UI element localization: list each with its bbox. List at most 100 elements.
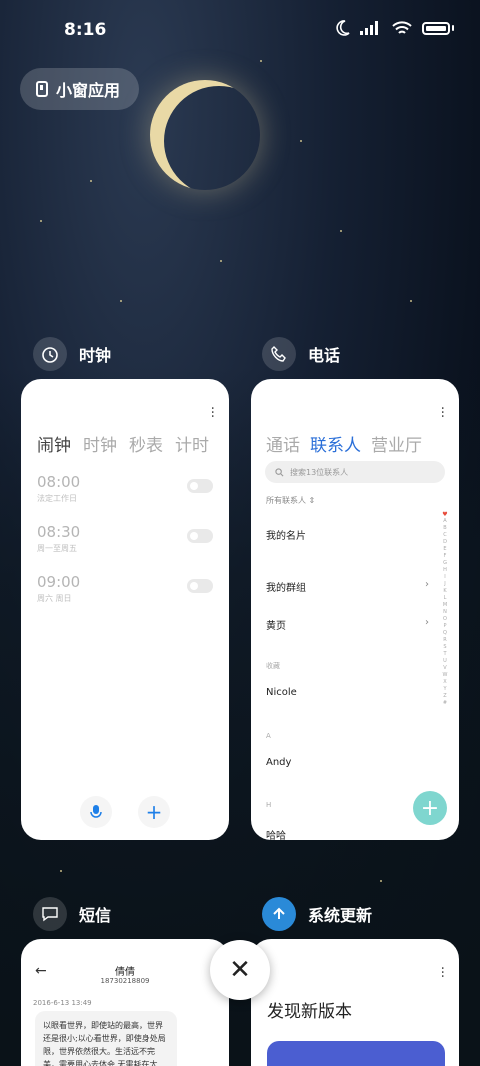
- clock-app-name: 时钟: [79, 346, 112, 365]
- tab-alarm[interactable]: 闹钟: [37, 431, 71, 456]
- index-letter[interactable]: U: [443, 658, 447, 665]
- alarm-item[interactable]: 09:00 周六 周日: [37, 573, 80, 604]
- battery-icon: [422, 21, 450, 35]
- floating-window-icon: [36, 81, 48, 97]
- index-letter[interactable]: I: [444, 574, 445, 581]
- all-contacts-filter[interactable]: 所有联系人 ⇕: [266, 495, 315, 506]
- alarm-item[interactable]: 08:30 周一至周五: [37, 523, 80, 554]
- index-letter[interactable]: R: [443, 637, 446, 644]
- tab-calls[interactable]: 通话: [266, 431, 300, 456]
- microphone-icon: [90, 805, 102, 818]
- alarm-item[interactable]: 08:00 法定工作日: [37, 473, 80, 504]
- alarm-repeat: 周六 周日: [37, 594, 72, 603]
- phone-app-name: 电话: [308, 346, 341, 365]
- yellow-pages-row[interactable]: 黄页 ›: [266, 617, 429, 632]
- voice-alarm-button[interactable]: [80, 796, 112, 828]
- section-header-h: H: [266, 801, 272, 809]
- index-letter[interactable]: W: [443, 672, 448, 679]
- update-headline: 发现新版本: [267, 1002, 352, 1022]
- alarm-clock-icon: [33, 337, 67, 371]
- clock-app-header: 时钟: [33, 337, 111, 371]
- index-letter[interactable]: Y: [443, 686, 446, 693]
- index-letter[interactable]: H: [443, 567, 447, 574]
- index-letter[interactable]: K: [443, 588, 446, 595]
- favorites-section-label: 收藏: [266, 662, 280, 670]
- tab-clock[interactable]: 时钟: [83, 431, 117, 456]
- index-letter[interactable]: V: [443, 665, 446, 672]
- signal-icon: [360, 21, 378, 35]
- index-letter[interactable]: B: [443, 525, 446, 532]
- add-alarm-button[interactable]: +: [138, 796, 170, 828]
- clear-all-button[interactable]: ✕: [210, 940, 270, 1000]
- alarm-repeat: 周一至周五: [37, 544, 77, 553]
- my-card-row[interactable]: 我的名片: [266, 527, 429, 542]
- floating-windows-button[interactable]: 小窗应用: [20, 68, 139, 110]
- alarm-repeat: 法定工作日: [37, 494, 77, 503]
- arrow-up-icon: [262, 897, 296, 931]
- update-app-card[interactable]: · · · 发现新版本: [251, 939, 459, 1066]
- index-letter[interactable]: Q: [443, 630, 447, 637]
- close-icon: ✕: [229, 955, 251, 985]
- message-bubble-icon: [33, 897, 67, 931]
- more-options-icon[interactable]: · · ·: [441, 962, 445, 984]
- more-options-icon[interactable]: · · ·: [441, 402, 445, 424]
- floating-windows-label: 小窗应用: [56, 81, 121, 100]
- chevron-right-icon: ›: [425, 579, 429, 590]
- index-letter[interactable]: #: [443, 700, 447, 707]
- alarm-toggle[interactable]: [187, 529, 213, 543]
- alarm-toggle[interactable]: [187, 479, 213, 493]
- message-bubble: 以眼看世界，即使站的最高，世界还是很小;以心看世界，即使身处局限，世界依然很大。…: [35, 1011, 177, 1066]
- phone-icon: [262, 337, 296, 371]
- tab-service-hall[interactable]: 营业厅: [371, 431, 422, 456]
- index-letter[interactable]: P: [443, 623, 446, 630]
- contact-row[interactable]: Andy: [266, 757, 429, 768]
- chevron-right-icon: ›: [425, 617, 429, 628]
- index-letter[interactable]: N: [443, 609, 447, 616]
- sms-contact-name: 倩倩: [115, 967, 135, 978]
- index-letter[interactable]: D: [443, 539, 447, 546]
- clock-app-card[interactable]: · · · 闹钟 时钟 秒表 计时 08:00 法定工作日 08:30 周一至周五 …: [21, 379, 229, 840]
- my-groups-row[interactable]: 我的群组 ›: [266, 579, 429, 594]
- index-letter[interactable]: C: [443, 532, 447, 539]
- index-letter[interactable]: Z: [443, 693, 446, 700]
- index-letter[interactable]: F: [444, 553, 447, 560]
- status-time: 8:16: [64, 20, 107, 40]
- add-contact-button[interactable]: +: [413, 791, 447, 825]
- sms-app-card[interactable]: ← 倩倩 18730218809 2016-6-13 13:49 以眼看世界，即…: [21, 939, 229, 1066]
- index-letter[interactable]: T: [443, 651, 446, 658]
- sms-app-name: 短信: [79, 906, 112, 925]
- update-app-name: 系统更新: [308, 906, 373, 925]
- wifi-icon: [392, 20, 412, 34]
- search-placeholder: 搜索13位联系人: [290, 467, 349, 477]
- contact-row[interactable]: Nicole: [266, 687, 429, 698]
- alphabet-index[interactable]: ♥ A B C D E F G H I J K L M N O P Q R S T U V W X Y Z #: [441, 511, 449, 707]
- do-not-disturb-icon: [336, 20, 350, 36]
- index-letter[interactable]: M: [443, 602, 447, 609]
- contact-row[interactable]: 哈哈: [266, 827, 429, 840]
- more-options-icon[interactable]: · · ·: [211, 402, 215, 424]
- update-banner: [267, 1041, 445, 1066]
- tab-contacts[interactable]: 联系人: [310, 431, 361, 456]
- index-letter[interactable]: E: [443, 546, 446, 553]
- alarm-time: 08:00: [37, 473, 81, 491]
- update-app-header: 系统更新: [262, 897, 372, 931]
- index-letter[interactable]: G: [443, 560, 447, 567]
- index-letter[interactable]: A: [443, 518, 446, 525]
- sms-contact-phone: 18730218809: [100, 977, 150, 985]
- crescent-moon-image: [150, 80, 260, 190]
- contacts-search-input[interactable]: 搜索13位联系人: [265, 461, 445, 483]
- favorites-heart-icon: ♥: [442, 511, 448, 518]
- alarm-time: 09:00: [37, 573, 81, 591]
- index-letter[interactable]: O: [443, 616, 447, 623]
- tab-stopwatch[interactable]: 秒表: [129, 431, 163, 456]
- tab-timer[interactable]: 计时: [175, 431, 209, 456]
- status-bar: 8:16: [0, 0, 480, 60]
- plus-icon: +: [145, 800, 163, 824]
- index-letter[interactable]: J: [444, 581, 445, 588]
- alarm-toggle[interactable]: [187, 579, 213, 593]
- index-letter[interactable]: X: [443, 679, 446, 686]
- index-letter[interactable]: L: [444, 595, 447, 602]
- sms-app-header: 短信: [33, 897, 111, 931]
- phone-app-card[interactable]: · · · 通话 联系人 营业厅 搜索13位联系人 所有联系人 ⇕ 我的名片 我的群…: [251, 379, 459, 840]
- index-letter[interactable]: S: [443, 644, 446, 651]
